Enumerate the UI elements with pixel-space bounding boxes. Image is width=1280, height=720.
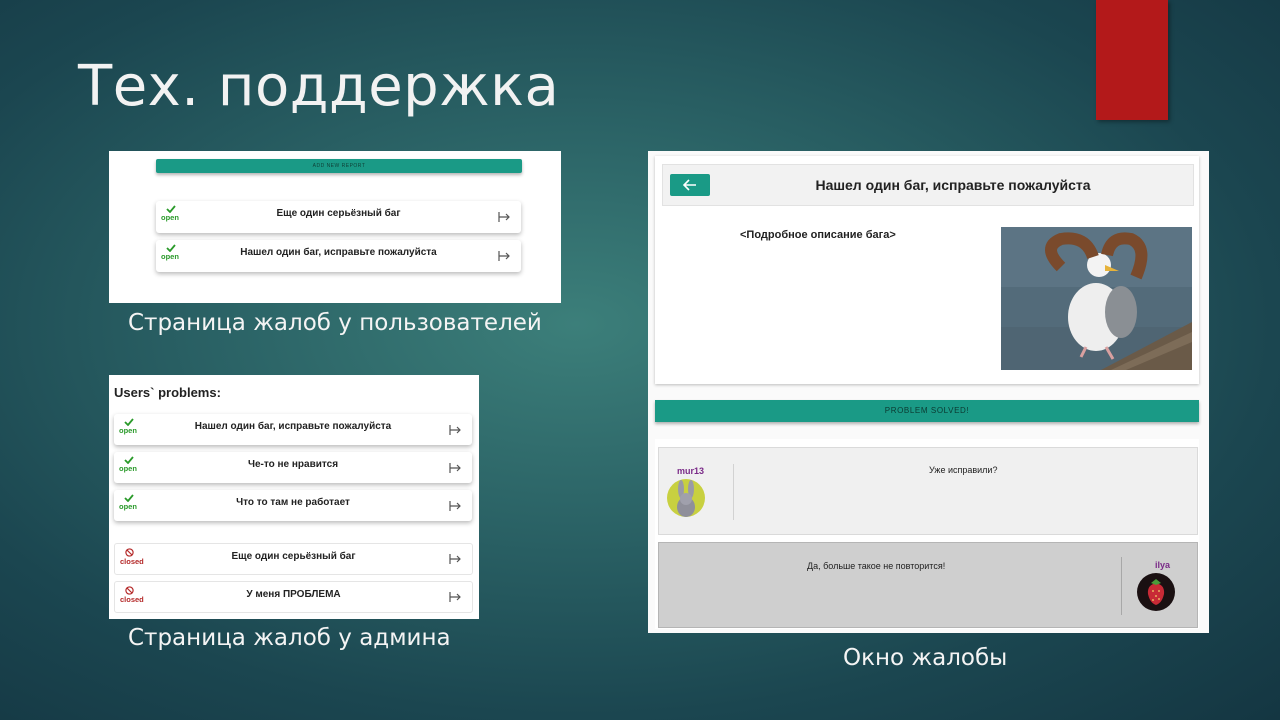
message-text: Да, больше такое не повторится! (807, 561, 946, 571)
username: ilya (1155, 560, 1171, 570)
complaint-title: Нашел один баг, исправьте пожалуйста (815, 177, 1091, 193)
report-title: У меня ПРОБЛЕМА (246, 589, 341, 600)
add-report-button[interactable]: ADD NEW REPORT (156, 159, 522, 173)
caption-complaint-window: Окно жалобы (843, 645, 1008, 671)
problem-solved-button[interactable]: PROBLEM SOLVED! (655, 400, 1199, 422)
report-title: Че-то не нравится (247, 459, 339, 470)
report-card[interactable]: open Нашел один баг, исправьте пожалуйст… (156, 240, 521, 272)
open-report-icon[interactable] (448, 590, 462, 604)
report-title: Еще один серьёзный баг (231, 551, 356, 562)
report-title: Нашел один баг, исправьте пожалуйста (194, 421, 392, 432)
avatar[interactable] (667, 479, 705, 517)
open-report-icon[interactable] (497, 249, 511, 263)
complaint-window-screenshot: Нашел один баг, исправьте пожалуйста <По… (648, 151, 1209, 633)
report-card[interactable]: closed У меня ПРОБЛЕМА (114, 581, 473, 613)
complaint-content: Нашел один баг, исправьте пожалуйста <По… (655, 156, 1199, 384)
message-divider (733, 464, 734, 520)
open-report-icon[interactable] (497, 210, 511, 224)
bug-photo (1001, 227, 1192, 370)
open-report-icon[interactable] (448, 423, 462, 437)
report-title: Что то там не работает (236, 497, 350, 508)
admin-heading: Users` problems: (114, 385, 221, 400)
caption-admin-page: Страница жалоб у админа (128, 625, 451, 651)
chat-message: Да, больше такое не повторится! ilya (658, 542, 1198, 628)
username: mur13 (677, 466, 705, 476)
open-report-icon[interactable] (448, 461, 462, 475)
chat-area: mur13 Уже исправили? Да, больше такое не… (655, 439, 1199, 629)
back-button[interactable] (670, 174, 710, 196)
caption-user-page: Страница жалоб у пользователей (128, 310, 542, 336)
report-card[interactable]: open Что то там не работает (114, 490, 472, 521)
user-complaints-screenshot: ADD NEW REPORT open Еще один серьёзный б… (109, 151, 561, 303)
report-title: Нашел один баг, исправьте пожалуйста (240, 247, 437, 258)
chat-message: mur13 Уже исправили? (658, 447, 1198, 535)
report-card[interactable]: closed Еще один серьёзный баг (114, 543, 473, 575)
slide-title: Тех. поддержка (78, 54, 560, 119)
complaint-description: <Подробное описание бага> (740, 229, 896, 241)
admin-complaints-screenshot: Users` problems: open Нашел один баг, ис… (109, 375, 479, 619)
open-report-icon[interactable] (448, 499, 462, 513)
report-card[interactable]: open Че-то не нравится (114, 452, 472, 483)
complaint-header: Нашел один баг, исправьте пожалуйста (662, 164, 1194, 206)
message-text: Уже исправили? (929, 465, 998, 475)
report-title: Еще один серьёзный баг (276, 208, 401, 219)
accent-bar (1096, 0, 1168, 120)
open-report-icon[interactable] (448, 552, 462, 566)
message-divider (1121, 557, 1122, 615)
report-card[interactable]: open Нашел один баг, исправьте пожалуйст… (114, 414, 472, 445)
report-card[interactable]: open Еще один серьёзный баг (156, 201, 521, 233)
avatar[interactable] (1137, 573, 1175, 611)
